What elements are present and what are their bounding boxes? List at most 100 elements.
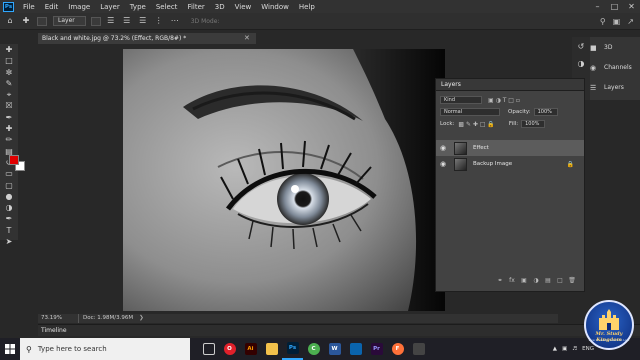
- network-icon[interactable]: ▣: [562, 346, 567, 352]
- align-right-icon[interactable]: ☰: [137, 15, 149, 27]
- zoom-level[interactable]: 73.19%: [38, 314, 78, 323]
- timeline-panel[interactable]: Timeline: [38, 324, 640, 336]
- opacity-input[interactable]: 100%: [533, 108, 558, 116]
- task-view-icon[interactable]: [198, 338, 219, 360]
- share-icon[interactable]: ↗: [627, 17, 634, 26]
- filter-kind-select[interactable]: Kind: [440, 96, 482, 104]
- delete-layer-icon[interactable]: 🗑: [566, 277, 578, 287]
- mail-icon[interactable]: [345, 338, 366, 360]
- logo-subtitle: Live to Learn, Learn to Live: [588, 338, 630, 342]
- lasso-tool-icon[interactable]: ✼: [0, 67, 18, 78]
- status-bar: 73.19% Doc: 1.98M/3.96M ❯: [38, 314, 558, 323]
- lock-icon: 🔒: [566, 160, 574, 168]
- fx-icon[interactable]: fx: [506, 277, 518, 287]
- minimize-icon[interactable]: –: [589, 0, 606, 13]
- align-center-icon[interactable]: ☰: [121, 15, 133, 27]
- menu-window[interactable]: Window: [256, 3, 294, 11]
- canvas-image[interactable]: [123, 49, 445, 311]
- language-indicator[interactable]: ENG: [582, 346, 594, 352]
- lock-icons[interactable]: ▩ ✎ ✚ □ 🔒: [458, 121, 495, 128]
- maximize-icon[interactable]: □: [606, 0, 623, 13]
- taskbar-app-word[interactable]: W: [324, 338, 345, 360]
- close-icon[interactable]: ✕: [623, 0, 640, 13]
- blend-mode-select[interactable]: Normal: [440, 108, 500, 116]
- taskbar-app-premiere[interactable]: Pr: [366, 338, 387, 360]
- dock-layers[interactable]: ☰ Layers: [590, 79, 640, 97]
- healing-brush-tool-icon[interactable]: ✚: [0, 123, 18, 134]
- new-layer-icon[interactable]: □: [554, 277, 566, 287]
- menu-view[interactable]: View: [230, 3, 257, 11]
- taskbar-search-input[interactable]: ⚲ Type here to search: [20, 338, 190, 360]
- document-tab[interactable]: Black and white.jpg @ 73.2% (Effect, RGB…: [38, 33, 256, 44]
- adjustment-layer-icon[interactable]: ◑: [530, 277, 542, 287]
- auto-select-dropdown[interactable]: Layer: [53, 16, 86, 26]
- transform-controls-checkbox[interactable]: [90, 16, 101, 26]
- menu-3d[interactable]: 3D: [210, 3, 230, 11]
- volume-icon[interactable]: ♬: [572, 346, 577, 352]
- menu-bar: Ps File Edit Image Layer Type Select Fil…: [0, 0, 640, 13]
- brush-tool-icon[interactable]: ✏: [0, 134, 18, 145]
- adjustments-icon[interactable]: ◑: [572, 58, 590, 69]
- 3d-mode-label: 3D Mode:: [190, 17, 220, 25]
- search-icon[interactable]: ⚲: [600, 17, 606, 26]
- dock-3d[interactable]: ■ 3D: [590, 39, 640, 57]
- eyedropper-tool-icon[interactable]: ✒: [0, 112, 18, 123]
- taskbar-app-firefox[interactable]: F: [387, 338, 408, 360]
- start-button[interactable]: [0, 338, 20, 360]
- taskbar-app-chrome[interactable]: C: [303, 338, 324, 360]
- layer-row-backup-image[interactable]: ◉ Backup Image 🔒: [436, 156, 584, 172]
- menu-layer[interactable]: Layer: [95, 3, 125, 11]
- more-options-icon[interactable]: ⋯: [169, 15, 181, 27]
- filter-icons[interactable]: ▣ ◑ T □ ▫: [488, 97, 520, 104]
- opacity-label: Opacity:: [508, 109, 531, 115]
- file-explorer-icon[interactable]: [261, 338, 282, 360]
- foreground-color-swatch[interactable]: [9, 155, 19, 165]
- auto-select-checkbox[interactable]: [37, 16, 47, 26]
- taskbar-app-photoshop[interactable]: Ps: [282, 338, 303, 360]
- path-selection-tool-icon[interactable]: ➤: [0, 236, 18, 247]
- crop-tool-icon[interactable]: ⌖: [0, 89, 18, 100]
- dock-channels[interactable]: ◉ Channels: [590, 59, 640, 77]
- menu-type[interactable]: Type: [125, 3, 151, 11]
- new-group-icon[interactable]: ▤: [542, 277, 554, 287]
- move-tool-icon[interactable]: ✚: [20, 15, 32, 27]
- gradient-tool-icon[interactable]: ▢: [0, 180, 18, 191]
- menu-select[interactable]: Select: [151, 3, 183, 11]
- layer-name: Backup Image: [473, 161, 513, 167]
- close-tab-icon[interactable]: ✕: [244, 33, 254, 44]
- store-icon[interactable]: [408, 338, 429, 360]
- menu-edit[interactable]: Edit: [40, 3, 64, 11]
- link-layers-icon[interactable]: ⚭: [494, 277, 506, 287]
- tools-panel: ✚ □ ✼ ✎ ⌖ ☒ ✒ ✚ ✏ ▤ ↺ ▭ ▢ ● ◑ ✒ T ➤: [0, 44, 18, 246]
- taskbar-app-illustrator[interactable]: Ai: [240, 338, 261, 360]
- status-arrow-icon[interactable]: ❯: [139, 314, 144, 323]
- type-tool-icon[interactable]: T: [0, 225, 18, 236]
- distribute-icon[interactable]: ⋮: [153, 15, 165, 27]
- history-icon[interactable]: ↺: [572, 41, 590, 52]
- home-icon[interactable]: ⌂: [4, 15, 16, 27]
- menu-image[interactable]: Image: [63, 3, 95, 11]
- visibility-eye-icon[interactable]: ◉: [436, 144, 450, 152]
- fill-label: Fill:: [508, 121, 519, 127]
- move-tool-icon[interactable]: ✚: [0, 44, 18, 55]
- workspace-icon[interactable]: ▣: [613, 17, 621, 26]
- quick-select-tool-icon[interactable]: ✎: [0, 78, 18, 89]
- dodge-tool-icon[interactable]: ◑: [0, 202, 18, 213]
- blur-tool-icon[interactable]: ●: [0, 191, 18, 202]
- marquee-tool-icon[interactable]: □: [0, 55, 18, 66]
- menu-file[interactable]: File: [18, 3, 40, 11]
- menu-help[interactable]: Help: [294, 3, 320, 11]
- visibility-eye-icon[interactable]: ◉: [436, 160, 450, 168]
- pen-tool-icon[interactable]: ✒: [0, 213, 18, 224]
- frame-tool-icon[interactable]: ☒: [0, 100, 18, 111]
- menu-filter[interactable]: Filter: [182, 3, 209, 11]
- fill-input[interactable]: 100%: [521, 120, 546, 128]
- layer-row-effect[interactable]: ◉ Effect: [436, 140, 584, 156]
- add-mask-icon[interactable]: ▣: [518, 277, 530, 287]
- show-hidden-icons-icon[interactable]: ▲: [553, 346, 557, 352]
- windows-taskbar: ⚲ Type here to search O Ai Ps C W Pr F ▲…: [0, 338, 640, 360]
- taskbar-app-opera[interactable]: O: [219, 338, 240, 360]
- align-left-icon[interactable]: ☰: [105, 15, 117, 27]
- castle-icon: [599, 309, 619, 330]
- photoshop-logo-icon: Ps: [3, 1, 14, 12]
